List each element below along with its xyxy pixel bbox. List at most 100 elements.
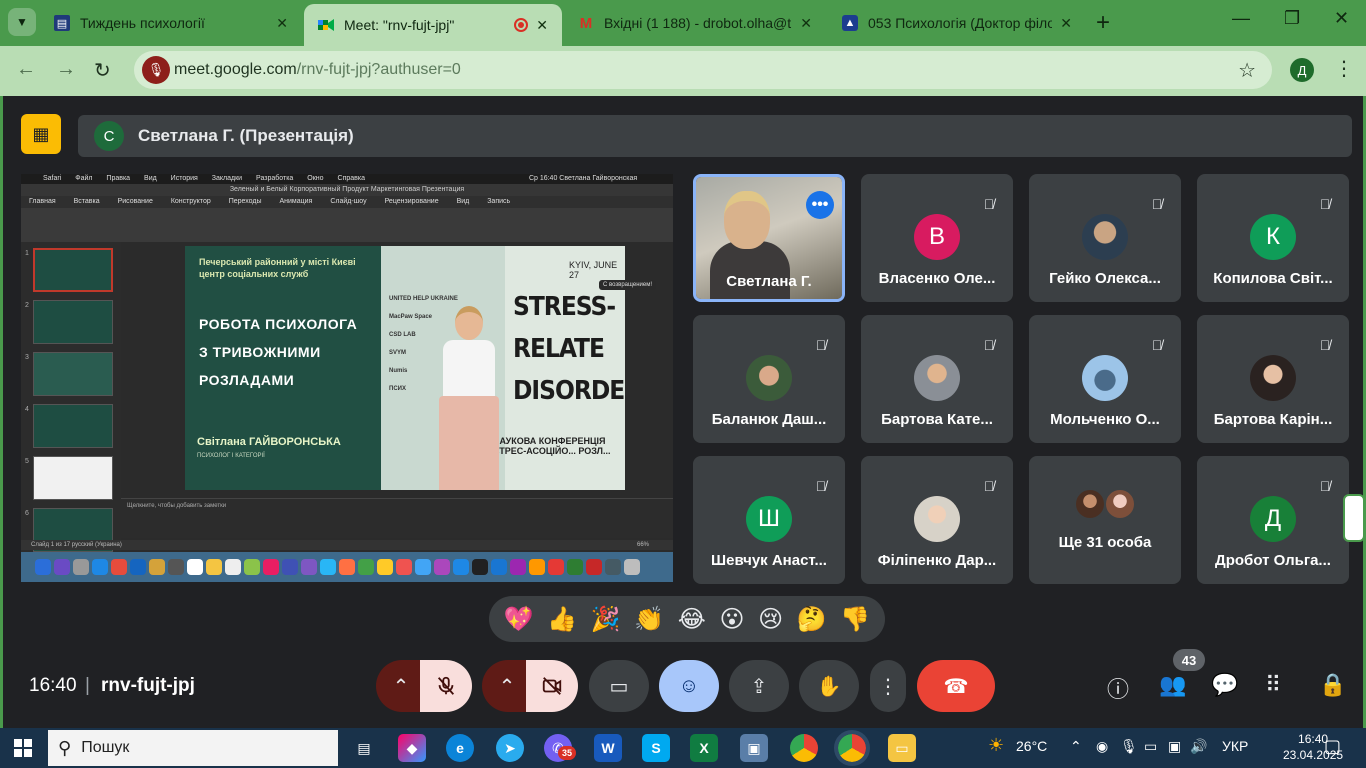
skype-icon[interactable]: S	[642, 734, 670, 762]
chevron-up-icon[interactable]: ⌃	[1070, 738, 1082, 755]
presentation-header: С Светлана Г. (Презентація)	[78, 115, 1352, 157]
keyboard-language[interactable]: УКР	[1222, 738, 1248, 754]
reactions-button[interactable]: ☺	[659, 660, 719, 712]
tab-search-button[interactable]: ▼	[8, 8, 36, 36]
tab-title: Вхідні (1 188) - drobot.olha@tn	[604, 15, 793, 31]
tab-gmail[interactable]: M Вхідні (1 188) - drobot.olha@tn ✕	[564, 4, 826, 42]
raise-hand-button[interactable]: ✋	[799, 660, 859, 712]
telegram-icon[interactable]: ➤	[496, 734, 524, 762]
mic-off-icon: 🎙̸	[815, 478, 827, 494]
audio-settings-button[interactable]: ⌃	[376, 660, 426, 712]
participant-tile[interactable]: 🎙̸ К Копилова Світ...	[1197, 174, 1349, 302]
taskbar-search[interactable]: ⚲ Пошук	[48, 730, 338, 766]
host-controls-icon[interactable]: 🔒	[1319, 672, 1346, 698]
reaction-surprised[interactable]: 😮	[719, 605, 744, 634]
tab-psychology-week[interactable]: ▤ Тиждень психології ✕	[40, 4, 302, 42]
participant-tile[interactable]: 🎙̸ Філіпенко Дар...	[861, 456, 1013, 584]
weather-temp[interactable]: 26°C	[1016, 738, 1047, 754]
participant-avatar: Ш	[746, 496, 792, 542]
windows-start-icon[interactable]	[14, 739, 32, 757]
back-arrow-icon[interactable]: ←	[16, 58, 36, 81]
microphone-toggle-button[interactable]	[420, 660, 472, 712]
participant-tile[interactable]: 🎙̸ Д Дробот Ольга...	[1197, 456, 1349, 584]
task-view-icon[interactable]: ▤	[350, 734, 378, 762]
close-icon[interactable]: ✕	[800, 15, 812, 32]
notifications-icon[interactable]: ▢	[1324, 736, 1341, 757]
more-options-icon[interactable]: •••	[806, 191, 834, 219]
participant-tile[interactable]: 🎙̸ Бартова Карін...	[1197, 315, 1349, 443]
microphone-tray-icon[interactable]: 🎙	[1120, 738, 1138, 755]
chat-icon[interactable]: 💬	[1211, 672, 1238, 698]
reaction-clap[interactable]: 👏	[634, 605, 664, 634]
reaction-sad[interactable]: 😢	[758, 605, 783, 634]
more-vert-icon: ⋮	[878, 675, 898, 698]
activities-icon[interactable]: ⠿	[1265, 672, 1281, 698]
file-explorer-icon[interactable]: ▭	[888, 734, 916, 762]
minimize-button[interactable]: —	[1232, 8, 1250, 29]
windows-taskbar: ⚲ Пошук ▤ ◆ e ➤ ✆ 35 W S X ▣ ▭ ☀ 26°C ⌃ …	[0, 728, 1366, 768]
window-close-button[interactable]: ✕	[1334, 8, 1349, 29]
participant-tile[interactable]: 🎙̸ Гейко Олекса...	[1029, 174, 1181, 302]
participant-tile[interactable]: 🎙̸ Баланюк Даш...	[693, 315, 845, 443]
reaction-heart[interactable]: 💖	[504, 605, 534, 634]
close-icon[interactable]: ✕	[1060, 15, 1072, 32]
camera-toggle-button[interactable]	[526, 660, 578, 712]
new-tab-button[interactable]: +	[1096, 9, 1110, 37]
reaction-laugh[interactable]: 😂	[678, 605, 706, 634]
tab-university[interactable]: ▲ 053 Психологія (Доктор філосо ✕	[828, 4, 1086, 42]
more-options-button[interactable]: ⋮	[870, 660, 906, 712]
meet-icon	[318, 17, 334, 33]
volume-icon[interactable]: 🔊	[1190, 738, 1207, 755]
stop-presentation-icon[interactable]: ▦	[21, 114, 61, 154]
present-button[interactable]: ⇪	[729, 660, 789, 712]
reaction-party[interactable]: 🎉	[591, 605, 621, 634]
video-settings-button[interactable]: ⌃	[482, 660, 532, 712]
battery-icon[interactable]: ▭	[1144, 738, 1157, 755]
participant-tile[interactable]: 🎙̸ В Власенко Оле...	[861, 174, 1013, 302]
edge-icon[interactable]: e	[446, 734, 474, 762]
site-microphone-icon[interactable]: 🎙	[142, 56, 170, 84]
word-icon[interactable]: W	[594, 734, 622, 762]
close-icon[interactable]: ✕	[276, 15, 288, 32]
people-icon[interactable]: 👥	[1159, 672, 1186, 698]
weather-icon[interactable]: ☀	[988, 735, 1004, 756]
side-panel-popup[interactable]	[1343, 494, 1365, 542]
copilot-icon[interactable]: ◆	[398, 734, 426, 762]
slide-thumbnails: 1 2 3 4 5 6	[21, 242, 121, 552]
mac-menubar: Safari Файл Правка Вид История Закладки …	[21, 174, 673, 184]
chrome-active-icon[interactable]	[834, 730, 870, 766]
reload-icon[interactable]: ↻	[94, 58, 111, 83]
participant-tile[interactable]: 🎙̸ Мольченко О...	[1029, 315, 1181, 443]
excel-icon[interactable]: X	[690, 734, 718, 762]
reaction-thumbs-down[interactable]: 👎	[840, 605, 870, 634]
close-icon[interactable]: ✕	[536, 17, 548, 34]
camera-tray-icon[interactable]: ◉	[1096, 738, 1108, 755]
tab-meet[interactable]: Meet: "rnv-fujt-jpj" ✕	[304, 4, 562, 46]
participant-name: Власенко Оле...	[878, 270, 996, 287]
reaction-thinking[interactable]: 🤔	[797, 605, 827, 634]
participant-name: Шевчук Анаст...	[711, 552, 827, 569]
bookmark-star-icon[interactable]: ☆	[1238, 58, 1256, 83]
captions-button[interactable]: ▭	[589, 660, 649, 712]
maximize-button[interactable]: ❐	[1284, 8, 1300, 29]
profile-avatar[interactable]: Д	[1290, 58, 1314, 82]
zoom-level: 66%	[636, 542, 649, 548]
reaction-thumbs-up[interactable]: 👍	[547, 605, 577, 634]
current-slide: Печерський районний у місті Києві центр …	[185, 246, 625, 490]
participant-tile[interactable]: 🎙̸ Ш Шевчук Анаст...	[693, 456, 845, 584]
remote-desktop-icon[interactable]: ▣	[740, 734, 768, 762]
info-icon[interactable]: ⓘ	[1107, 672, 1129, 704]
participant-tile-more[interactable]: Ще 31 особа	[1029, 456, 1181, 584]
network-icon[interactable]: ▣	[1168, 738, 1181, 755]
participant-tile[interactable]: ••• Светлана Г.	[693, 174, 845, 302]
participant-tile[interactable]: 🎙̸ Бартова Кате...	[861, 315, 1013, 443]
participant-avatar: В	[914, 214, 960, 260]
leave-call-button[interactable]: ☎	[917, 660, 995, 712]
forward-arrow-icon[interactable]: →	[56, 58, 76, 81]
address-bar[interactable]: 🎙 meet.google.com/rnv-fujt-jpj?authuser=…	[134, 51, 1272, 89]
chrome-icon[interactable]	[790, 734, 818, 762]
participant-photo	[746, 355, 792, 401]
browser-menu-icon[interactable]: ⋮	[1334, 56, 1354, 81]
mic-off-icon: 🎙̸	[1151, 337, 1163, 353]
ppt-window-title: Зеленый и Белый Корпоративный Продукт Ма…	[21, 184, 673, 196]
